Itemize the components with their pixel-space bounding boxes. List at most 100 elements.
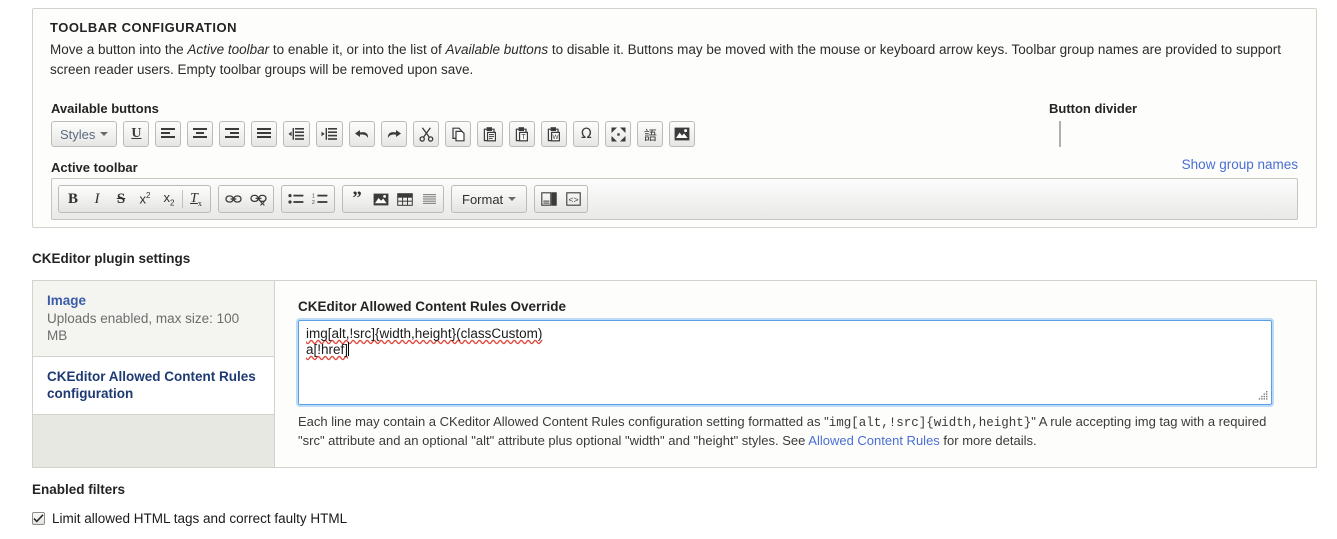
available-button-paste-text[interactable]: T xyxy=(509,121,536,147)
allowed-content-rules-textarea-wrap: img[alt,!src]{width,height}(classCustom)… xyxy=(296,318,1274,407)
active-group-links xyxy=(218,185,274,213)
active-button-image[interactable] xyxy=(369,187,393,211)
numbered-list-icon: 1 2 xyxy=(312,193,328,205)
active-button-bulleted-list[interactable] xyxy=(284,187,308,211)
styles-dropdown-label: Styles xyxy=(60,126,96,142)
paste-icon xyxy=(483,126,496,141)
text-cursor xyxy=(348,342,350,356)
available-button-align-left[interactable] xyxy=(155,121,182,147)
available-button-maximize[interactable] xyxy=(605,121,632,147)
active-group-format-dropdown: Format xyxy=(451,185,528,213)
vertical-tab-image[interactable]: Image Uploads enabled, max size: 100 MB xyxy=(33,281,274,357)
active-button-link[interactable] xyxy=(221,187,246,211)
available-button-align-right[interactable] xyxy=(219,121,246,147)
limit-allowed-html-checkbox[interactable] xyxy=(32,512,45,525)
available-buttons-label: Available buttons xyxy=(51,101,159,116)
align-center-icon xyxy=(193,128,208,138)
allowed-content-rules-textarea[interactable]: img[alt,!src]{width,height}(classCustom)… xyxy=(296,318,1274,407)
media-embed-icon xyxy=(675,127,690,141)
paste-text-icon: T xyxy=(515,126,528,141)
chevron-down-icon xyxy=(100,132,109,136)
available-button-special-character[interactable]: Ω xyxy=(573,121,600,147)
active-group-media: ” xyxy=(342,185,444,213)
available-button-copy[interactable] xyxy=(445,121,472,147)
show-group-names-link[interactable]: Show group names xyxy=(1182,157,1298,172)
indent-icon xyxy=(321,128,338,140)
available-button-styles[interactable]: Styles xyxy=(51,121,118,147)
enabled-filters-title: Enabled filters xyxy=(32,482,126,497)
remove-format-icon: Tx xyxy=(190,190,202,208)
svg-text:1: 1 xyxy=(312,193,315,199)
redo-icon xyxy=(388,130,402,138)
textarea-line-1: img[alt,!src]{width,height}(classCustom) xyxy=(306,326,542,342)
active-button-subscript[interactable]: x2 xyxy=(157,187,181,211)
paste-from-word-icon: W xyxy=(547,126,560,141)
active-button-format-dropdown[interactable]: Format xyxy=(454,187,524,211)
toolbar-configuration-legend: TOOLBAR CONFIGURATION xyxy=(50,20,237,35)
blockquote-icon: ” xyxy=(352,188,362,209)
available-button-indent[interactable] xyxy=(316,121,344,147)
maximize-icon xyxy=(611,127,626,141)
available-buttons-row: Styles U T W Ω 語 xyxy=(51,119,696,149)
available-button-align-center[interactable] xyxy=(187,121,214,147)
justify-icon xyxy=(257,128,272,138)
svg-text:T: T xyxy=(521,134,526,141)
unlink-icon xyxy=(250,194,267,206)
toolbar-configuration-fieldset: TOOLBAR CONFIGURATION Move a button into… xyxy=(32,8,1317,228)
active-button-templates[interactable] xyxy=(537,187,561,211)
vertical-tabs: Image Uploads enabled, max size: 100 MB … xyxy=(33,281,275,468)
vertical-tabs-filler xyxy=(33,415,274,468)
show-blocks-icon: 語 xyxy=(643,128,657,144)
textarea-line1-token-img: img[alt,!src]{width,height}(classCustom) xyxy=(306,326,543,341)
active-group-tools: <> xyxy=(534,185,589,213)
vertical-tab-allowed-content-rules-label: CKEditor Allowed Content Rules configura… xyxy=(47,369,256,401)
available-button-justify[interactable] xyxy=(251,121,278,147)
format-dropdown-label: Format xyxy=(462,191,504,207)
active-button-italic[interactable]: I xyxy=(85,187,109,211)
svg-text:W: W xyxy=(552,134,559,141)
strikethrough-icon: S xyxy=(116,190,126,207)
desc-text-2: to enable it, or into the list of xyxy=(269,42,446,57)
allowed-content-rules-link[interactable]: Allowed Content Rules xyxy=(808,433,940,448)
desc-text-1: Move a button into the xyxy=(50,42,188,57)
underline-icon: U xyxy=(131,126,142,141)
available-button-undo[interactable] xyxy=(349,121,376,147)
limit-allowed-html-label: Limit allowed HTML tags and correct faul… xyxy=(52,511,348,526)
available-button-paste-from-word[interactable]: W xyxy=(541,121,568,147)
available-button-redo[interactable] xyxy=(381,121,408,147)
available-button-paste[interactable] xyxy=(477,121,504,147)
cut-icon xyxy=(419,126,434,142)
table-icon xyxy=(397,192,413,206)
active-button-unlink[interactable] xyxy=(246,187,271,211)
active-button-numbered-list[interactable]: 1 2 xyxy=(308,187,332,211)
active-button-strikethrough[interactable]: S xyxy=(109,187,133,211)
allowed-content-rules-override-label: CKEditor Allowed Content Rules Override xyxy=(298,299,567,314)
textarea-line-2: a[!href] xyxy=(306,342,350,358)
active-button-horizontal-rule[interactable] xyxy=(417,187,441,211)
active-button-remove-format[interactable]: Tx xyxy=(184,187,208,211)
active-button-bold[interactable]: B xyxy=(61,187,85,211)
available-button-outdent[interactable] xyxy=(283,121,311,147)
vertical-tab-image-label: Image xyxy=(47,293,87,308)
available-button-underline[interactable]: U xyxy=(123,121,150,147)
group-separator xyxy=(182,190,183,208)
available-button-media-embed[interactable] xyxy=(669,121,696,147)
active-button-source[interactable]: <> xyxy=(561,187,585,211)
active-button-table[interactable] xyxy=(393,187,417,211)
available-button-cut[interactable] xyxy=(413,121,440,147)
templates-icon xyxy=(541,192,557,206)
horizontal-rule-icon xyxy=(422,193,436,204)
available-button-show-blocks[interactable]: 語 xyxy=(637,121,664,147)
active-button-superscript[interactable]: x2 xyxy=(133,187,157,211)
desc-em-active-toolbar: Active toolbar xyxy=(187,42,270,57)
chevron-down-icon xyxy=(508,197,517,201)
filter-row-limit-allowed-html: Limit allowed HTML tags and correct faul… xyxy=(32,511,347,526)
button-divider-handle[interactable] xyxy=(1059,121,1061,147)
active-button-blockquote[interactable]: ” xyxy=(345,187,369,211)
textarea-line2-token-a: a[!href] xyxy=(306,342,349,357)
vertical-tab-allowed-content-rules[interactable]: CKEditor Allowed Content Rules configura… xyxy=(33,357,274,415)
desc-em-available-buttons: Available buttons xyxy=(445,42,549,57)
outdent-icon xyxy=(288,128,305,140)
image-icon xyxy=(373,193,389,205)
bulleted-list-icon xyxy=(288,194,304,204)
